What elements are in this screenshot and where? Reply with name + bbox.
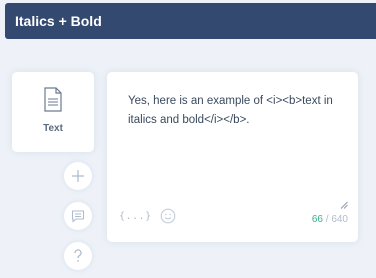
character-count: 66	[311, 214, 323, 225]
comment-icon	[71, 209, 85, 223]
text-block-card[interactable]: Text	[12, 72, 94, 152]
document-icon	[43, 87, 63, 113]
add-button[interactable]	[64, 162, 92, 190]
page-header: Italics + Bold	[5, 3, 376, 39]
character-limit: 640	[331, 214, 348, 225]
character-counter: 66 / 640	[312, 214, 348, 225]
page-title: Italics + Bold	[15, 13, 102, 29]
message-textarea[interactable]: Yes, here is an example of <i><b>text in…	[128, 92, 348, 130]
variables-button[interactable]: {...}	[119, 211, 152, 222]
help-icon	[71, 248, 85, 264]
comment-button[interactable]	[64, 202, 92, 230]
text-block-label: Text	[43, 123, 63, 134]
plus-icon	[71, 169, 85, 183]
smiley-icon[interactable]	[160, 208, 176, 224]
resize-handle-icon[interactable]	[340, 196, 348, 209]
message-editor-card: Yes, here is an example of <i><b>text in…	[107, 72, 358, 242]
editor-toolbar: {...}	[119, 208, 176, 224]
help-button[interactable]	[64, 242, 92, 270]
